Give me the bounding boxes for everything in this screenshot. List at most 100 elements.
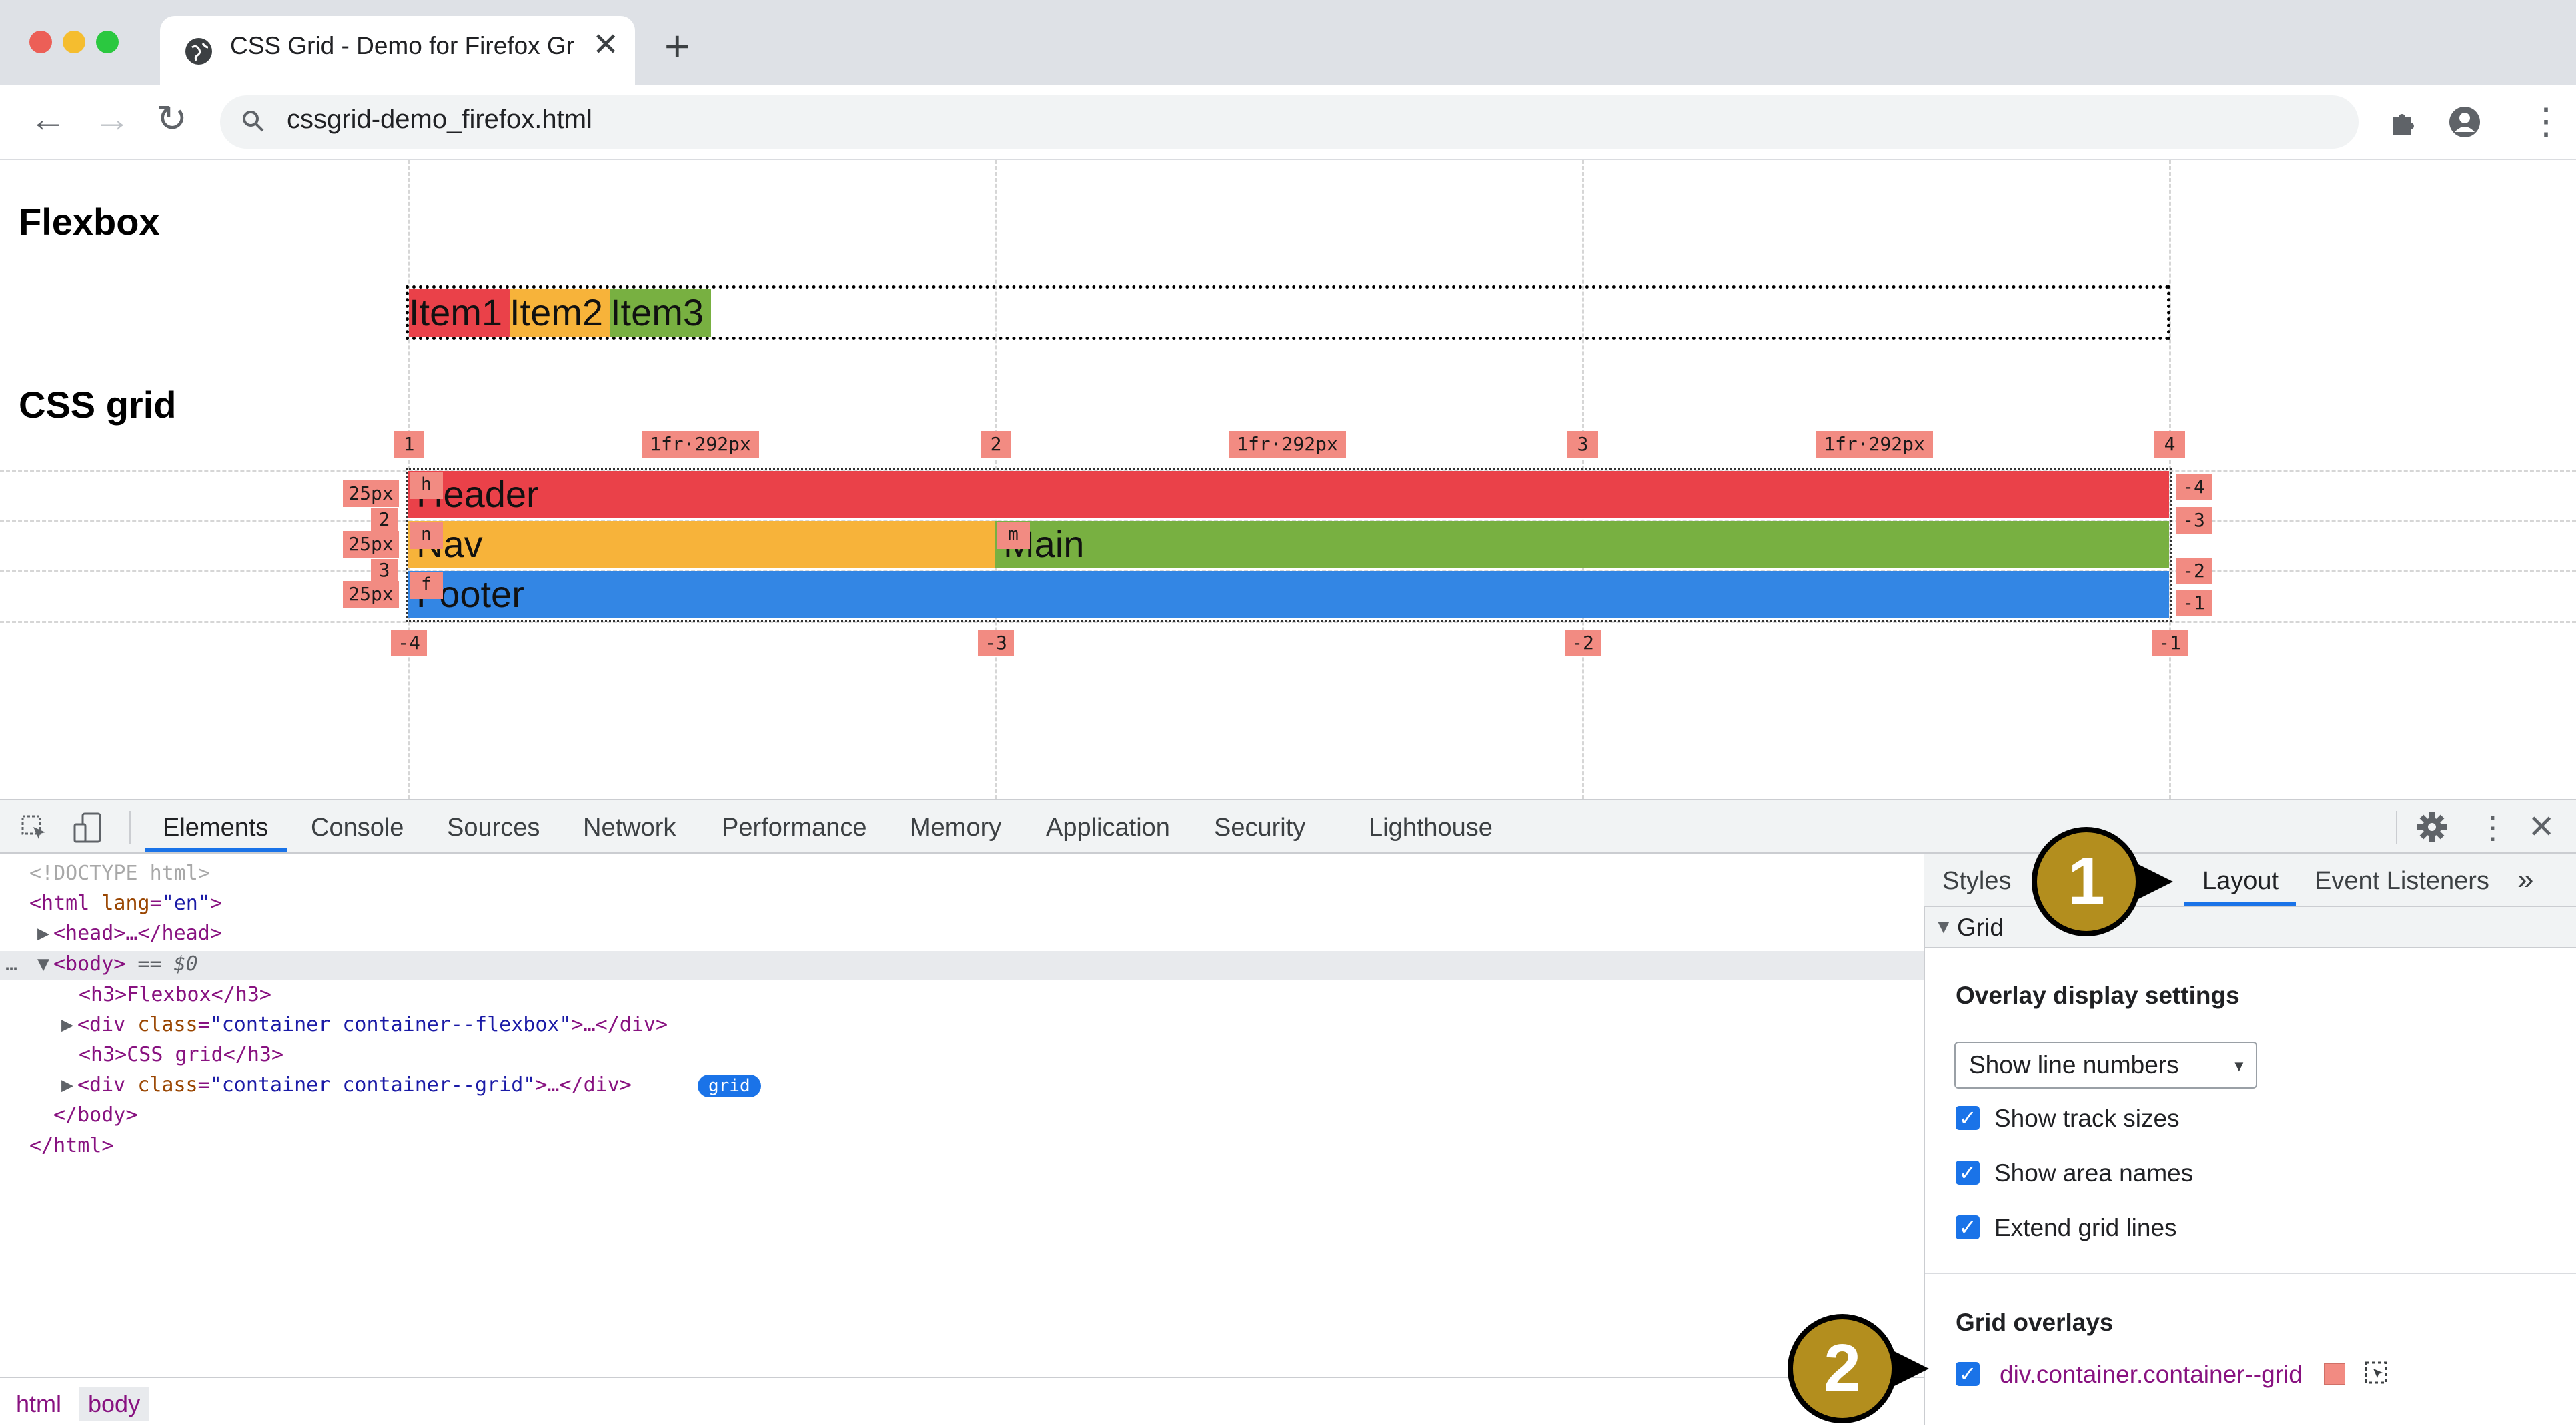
- extend-grid-lines-checkbox[interactable]: ✓: [1956, 1215, 1980, 1239]
- line-number-badge: 4: [2154, 431, 2185, 458]
- grid-overlays-title: Grid overlays: [1956, 1309, 2114, 1336]
- close-tab-icon[interactable]: ✕: [592, 29, 619, 61]
- new-tab-button[interactable]: +: [664, 24, 690, 68]
- grid-container-outline: [406, 468, 2172, 622]
- tab-performance[interactable]: Performance: [722, 814, 867, 842]
- devtools-menu-icon[interactable]: ⋮: [2477, 810, 2508, 846]
- dom-body-open[interactable]: <body> == $0: [53, 951, 198, 978]
- dom-doctype[interactable]: <!DOCTYPE html>: [29, 860, 210, 887]
- tab-memory[interactable]: Memory: [910, 814, 1001, 842]
- area-name-badge: f: [410, 572, 443, 599]
- tag-text: <div: [77, 1013, 138, 1036]
- divider: [2396, 811, 2397, 844]
- line-number-badge: 3: [371, 559, 398, 582]
- select-element-icon[interactable]: [2364, 1361, 2389, 1386]
- attr-name: class: [137, 1013, 198, 1036]
- elements-panel: [0, 854, 1924, 1377]
- flex-item: Item3: [610, 289, 711, 337]
- breadcrumb: [0, 1377, 1924, 1426]
- breadcrumb-item-html[interactable]: html: [7, 1387, 71, 1421]
- forward-icon[interactable]: →: [93, 100, 131, 137]
- tab-sources[interactable]: Sources: [447, 814, 540, 842]
- settings-gear-icon[interactable]: [2416, 811, 2448, 843]
- search-icon: [240, 108, 267, 135]
- expand-head-icon[interactable]: ▶: [37, 920, 49, 947]
- dom-body-close[interactable]: </body>: [53, 1102, 137, 1129]
- dom-head[interactable]: <head>…</head>: [53, 920, 222, 947]
- line-number-badge: -1: [2152, 630, 2188, 656]
- reload-icon[interactable]: ↻: [156, 100, 187, 137]
- line-number-badge: 1: [394, 431, 424, 458]
- dom-html-open[interactable]: <html lang="en">: [29, 890, 222, 917]
- grid-heading: CSS grid: [19, 384, 177, 426]
- grid-badge[interactable]: grid: [698, 1075, 761, 1097]
- attr-name: lang: [89, 892, 150, 915]
- area-name-badge: m: [997, 522, 1030, 549]
- track-size-badge: 1fr·292px: [1816, 431, 1933, 458]
- grid-section-title: Grid: [1957, 914, 2004, 941]
- active-tab-indicator: [2184, 902, 2296, 906]
- dom-div-grid[interactable]: <div class="container container--grid">……: [77, 1072, 632, 1099]
- dom-h3-flexbox[interactable]: <h3>Flexbox</h3>: [79, 982, 271, 1008]
- collapse-body-icon[interactable]: ▼: [37, 951, 49, 978]
- tab-elements[interactable]: Elements: [163, 814, 268, 842]
- line-number-badge: 3: [1567, 431, 1598, 458]
- chevron-down-icon: ▼: [2232, 1058, 2246, 1075]
- tab-styles[interactable]: Styles: [1942, 867, 2011, 896]
- back-icon[interactable]: ←: [29, 100, 67, 137]
- divider: [1925, 1273, 2576, 1274]
- browser-menu-icon[interactable]: ⋮: [2528, 100, 2564, 142]
- flexbox-heading: Flexbox: [19, 201, 160, 243]
- tab-layout[interactable]: Layout: [2202, 867, 2279, 896]
- close-window-button[interactable]: [29, 31, 52, 53]
- checkbox-label: Extend grid lines: [1994, 1214, 2177, 1241]
- tab-application[interactable]: Application: [1046, 814, 1170, 842]
- flex-item: Item2: [510, 289, 610, 337]
- minimize-window-button[interactable]: [63, 31, 85, 53]
- collapse-section-icon[interactable]: ▼: [1934, 916, 1953, 938]
- overlay-color-swatch[interactable]: [2324, 1363, 2345, 1385]
- divider: [129, 811, 131, 844]
- tab-console[interactable]: Console: [311, 814, 404, 842]
- attr-equals: =: [149, 892, 162, 915]
- dom-div-flexbox[interactable]: <div class="container container--flexbox…: [77, 1012, 668, 1038]
- expand-div-icon[interactable]: ▶: [61, 1072, 73, 1099]
- attr-value: "en": [161, 892, 210, 915]
- grid-overlay-element[interactable]: div.container.container--grid: [2000, 1361, 2303, 1389]
- row-size-badge: 25px: [343, 480, 399, 507]
- show-area-names-checkbox[interactable]: ✓: [1956, 1161, 1980, 1185]
- dom-html-close[interactable]: </html>: [29, 1133, 113, 1159]
- area-name-badge: h: [410, 472, 443, 499]
- tab-network[interactable]: Network: [583, 814, 676, 842]
- device-toolbar-icon[interactable]: [73, 812, 103, 844]
- zoom-window-button[interactable]: [96, 31, 119, 53]
- inspect-element-icon[interactable]: [20, 814, 49, 843]
- profile-icon[interactable]: [2448, 105, 2481, 139]
- active-tab-indicator: [145, 848, 287, 852]
- dom-h3-grid[interactable]: <h3>CSS grid</h3>: [79, 1042, 283, 1068]
- url-text[interactable]: cssgrid-demo_firefox.html: [287, 105, 592, 135]
- body-selected-marker: == $0: [125, 952, 198, 976]
- close-devtools-icon[interactable]: ✕: [2528, 808, 2555, 846]
- grid-overlay-checkbox[interactable]: ✓: [1956, 1362, 1980, 1386]
- tag-text: >…</div>: [571, 1013, 668, 1036]
- line-number-badge: -3: [978, 630, 1014, 656]
- selected-dom-row[interactable]: [0, 951, 1924, 980]
- overlay-settings-title: Overlay display settings: [1956, 982, 2240, 1009]
- callout-arrow: [1894, 1351, 1929, 1386]
- tag-text: <div: [77, 1073, 138, 1097]
- show-track-sizes-checkbox[interactable]: ✓: [1956, 1106, 1980, 1130]
- extensions-icon[interactable]: [2385, 105, 2419, 139]
- tab-lighthouse[interactable]: Lighthouse: [1369, 814, 1493, 842]
- expand-div-icon[interactable]: ▶: [61, 1012, 73, 1038]
- tag-text: <body>: [53, 952, 126, 976]
- tab-event-listeners[interactable]: Event Listeners: [2315, 867, 2489, 896]
- more-tabs-icon[interactable]: »: [2517, 863, 2533, 896]
- grid-section-header[interactable]: [1925, 907, 2576, 948]
- breadcrumb-item-body[interactable]: body: [79, 1387, 150, 1421]
- callout-arrow: [2138, 864, 2173, 899]
- globe-icon: [185, 38, 212, 65]
- callout-badge: 1: [2032, 827, 2141, 936]
- tab-security[interactable]: Security: [1214, 814, 1305, 842]
- row-size-badge: 25px: [343, 531, 399, 558]
